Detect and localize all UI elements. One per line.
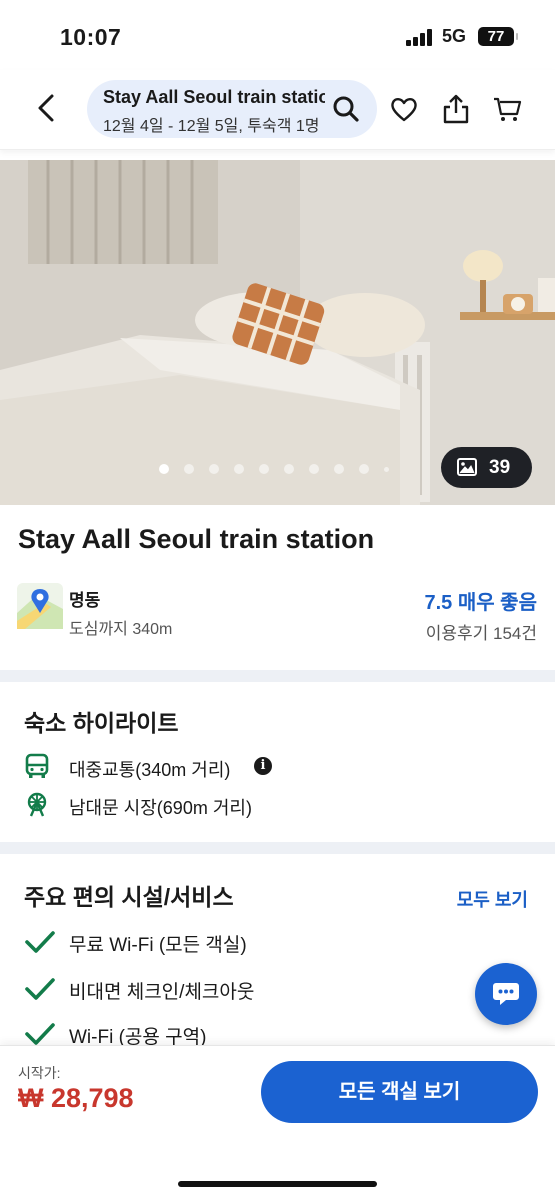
status-time: 10:07	[60, 24, 122, 50]
pagination-dot	[159, 464, 169, 474]
checkmark-icon	[25, 1023, 55, 1045]
amenity-item: 비대면 체크인/체크아웃	[24, 973, 444, 1007]
heart-icon[interactable]	[389, 94, 419, 124]
top-nav-bar: Stay Aall Seoul train station 12월 4일 - 1…	[0, 70, 555, 150]
ferris-wheel-icon	[27, 792, 47, 817]
section-divider	[0, 842, 555, 854]
view-all-rooms-button[interactable]: 모든 객실 보기	[261, 1061, 538, 1123]
starting-price: ₩ 28,798	[18, 1083, 134, 1113]
rating-score[interactable]: 7.5 매우 좋음	[424, 586, 537, 615]
pagination-dot	[184, 464, 194, 474]
pagination-dot	[309, 464, 319, 474]
location-distance: 도심까지 340m	[69, 621, 173, 638]
search-dates-guests: 12월 4일 - 12월 5일, 투숙객 1명	[103, 118, 320, 135]
pagination-dot	[234, 464, 244, 474]
pagination-dot	[259, 464, 269, 474]
network-type: 5G	[442, 26, 467, 46]
amenity-text: 무료 Wi-Fi (모든 객실)	[69, 935, 247, 956]
amenity-text: 비대면 체크인/체크아웃	[69, 982, 255, 1003]
search-summary-pill[interactable]: Stay Aall Seoul train station 12월 4일 - 1…	[87, 80, 377, 138]
checkmark-icon	[25, 978, 55, 1000]
photo-count: 39	[489, 457, 511, 478]
signal-icon	[406, 28, 436, 46]
pagination-dot	[209, 464, 219, 474]
location-name: 명동	[69, 591, 101, 610]
search-title: Stay Aall Seoul train station	[103, 87, 325, 107]
checkmark-icon	[25, 931, 55, 953]
info-icon[interactable]: i	[254, 757, 272, 775]
chevron-left-icon	[38, 94, 54, 122]
highlights-title: 숙소 하이라이트	[24, 710, 179, 736]
pagination-dot	[284, 464, 294, 474]
highlight-item: 대중교통(340m 거리) i	[24, 753, 424, 781]
pagination-dot	[334, 464, 344, 474]
price-from-label: 시작가:	[18, 1065, 61, 1081]
home-indicator[interactable]	[178, 1181, 377, 1187]
section-divider	[0, 670, 555, 682]
amenity-item: 무료 Wi-Fi (모든 객실)	[24, 926, 444, 960]
photo-gallery[interactable]: 39	[0, 160, 555, 505]
back-button[interactable]	[30, 90, 66, 126]
highlight-item: 남대문 시장(690m 거리)	[24, 791, 424, 819]
bus-icon	[25, 753, 49, 778]
property-title: Stay Aall Seoul train station	[18, 524, 375, 554]
pagination-dot	[384, 467, 389, 472]
highlight-text: 남대문 시장(690m 거리)	[69, 798, 252, 818]
chat-bubble-icon	[493, 983, 519, 1005]
bottom-price-bar: 시작가: ₩ 28,798 모든 객실 보기	[0, 1045, 555, 1200]
map-thumbnail-icon[interactable]	[17, 583, 63, 629]
photo-count-badge[interactable]: 39	[441, 447, 532, 488]
battery-icon: 77	[478, 27, 518, 46]
image-icon	[457, 458, 477, 476]
highlight-text: 대중교통(340m 거리)	[69, 760, 231, 780]
pagination-dot	[359, 464, 369, 474]
search-icon[interactable]	[331, 94, 361, 124]
share-icon[interactable]	[441, 94, 471, 124]
amenities-title: 주요 편의 시설/서비스	[24, 884, 234, 910]
see-all-amenities-link[interactable]: 모두 보기	[457, 886, 528, 912]
chat-button[interactable]	[475, 963, 537, 1025]
review-count-link[interactable]: 이용후기 154건	[426, 619, 537, 644]
status-bar: 10:07 5G 77	[0, 0, 555, 70]
cart-icon[interactable]	[493, 94, 523, 124]
